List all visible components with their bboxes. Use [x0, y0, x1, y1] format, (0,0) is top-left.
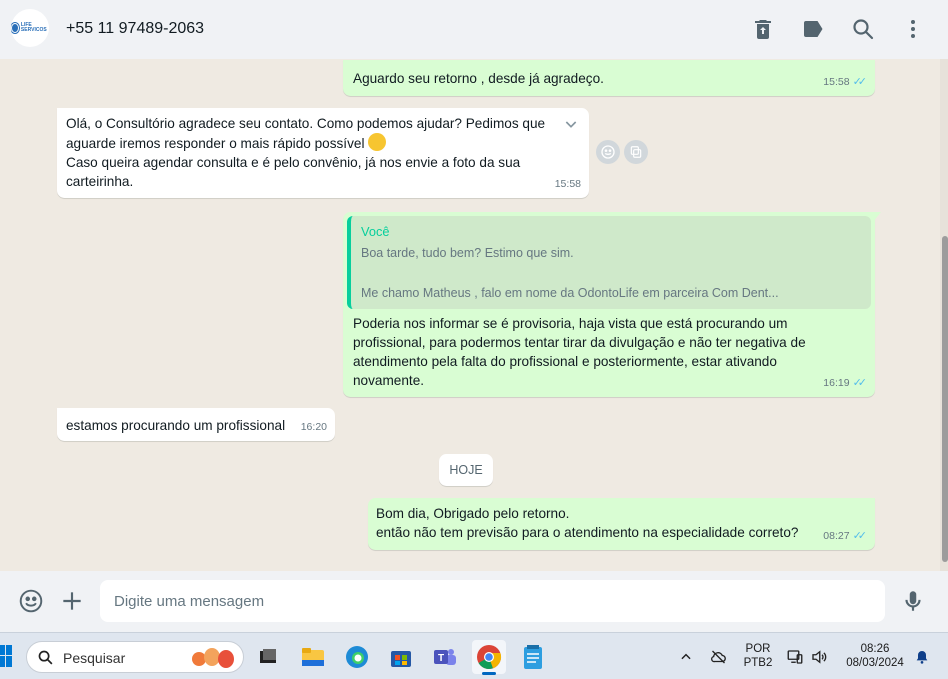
relieved-emoji-icon: [368, 133, 387, 151]
message-meta: 16:19 ✓✓: [823, 374, 867, 393]
contact-name[interactable]: +55 11 97489-2063: [66, 20, 204, 38]
search-icon[interactable]: [851, 17, 875, 41]
forward-copy-icon[interactable]: [624, 140, 648, 164]
message-outgoing-reply[interactable]: Você Boa tarde, tudo bem? Estimo que sim…: [343, 212, 875, 397]
chat-area[interactable]: Aguardo seu retorno , desde já agradeço.…: [0, 59, 948, 571]
message-meta: 15:58: [555, 175, 581, 194]
store-icon: [391, 651, 411, 667]
language-indicator[interactable]: POR PTB2: [740, 642, 776, 670]
message-composer: [0, 571, 948, 632]
notification-bell-icon[interactable]: [914, 648, 930, 666]
message-text: Bom dia, Obrigado pelo retorno.: [376, 506, 570, 521]
clock-time: 08:26: [860, 643, 890, 655]
avatar-logo-text: LIFE SERVICOS: [20, 22, 47, 33]
chevron-up-icon[interactable]: [679, 650, 693, 664]
message-text: aguarde iremos responder o mais rápido p…: [66, 133, 556, 153]
edge-icon: [346, 646, 368, 668]
quoted-author: Você: [361, 224, 390, 239]
folder-icon: [302, 648, 324, 666]
message-time: 15:58: [823, 76, 850, 88]
delete-icon[interactable]: [751, 17, 775, 41]
message-text: então não tem previsão para o atendiment…: [376, 525, 799, 540]
teams-icon: T: [434, 649, 456, 665]
windows-start-icon[interactable]: [0, 645, 12, 667]
chrome-icon: [477, 645, 502, 669]
menu-dots-icon[interactable]: [901, 17, 925, 41]
message-outgoing[interactable]: Bom dia, Obrigado pelo retorno. então nã…: [368, 498, 875, 550]
chat-scrollbar[interactable]: [942, 236, 948, 562]
attach-plus-icon[interactable]: [59, 588, 85, 614]
logo-icon: [11, 23, 19, 33]
search-highlight-icon: [192, 646, 240, 670]
taskbar-edge[interactable]: [340, 640, 374, 674]
read-ticks-icon: ✓✓: [852, 530, 868, 542]
taskbar-file-explorer[interactable]: [296, 640, 330, 674]
read-ticks-icon: ✓✓: [852, 76, 868, 88]
task-view-icon: [260, 649, 276, 663]
active-app-indicator: [482, 672, 496, 675]
message-incoming[interactable]: Olá, o Consultório agradece seu contato.…: [57, 108, 589, 198]
message-input[interactable]: [100, 580, 885, 622]
quoted-text: Me chamo Matheus , falo em nome da Odont…: [361, 286, 779, 300]
taskbar-teams[interactable]: T: [428, 640, 462, 674]
microphone-icon[interactable]: [900, 588, 926, 614]
message-text: atendimento pela falta do profissional e…: [353, 354, 777, 369]
message-meta: 08:27 ✓✓: [823, 527, 867, 546]
day-separator: HOJE: [439, 454, 493, 486]
message-time: 15:58: [554, 178, 581, 190]
message-text: Aguardo seu retorno , desde já agradeço.: [353, 71, 604, 86]
message-incoming[interactable]: estamos procurando um profissional 16:20: [57, 408, 335, 441]
emoji-icon[interactable]: [18, 588, 44, 614]
language-bottom: PTB2: [743, 657, 773, 669]
taskbar-search[interactable]: Pesquisar: [26, 641, 244, 673]
message-text: carteirinha.: [66, 174, 134, 189]
taskbar-task-view[interactable]: [251, 640, 285, 674]
taskbar-notepad[interactable]: [516, 640, 550, 674]
taskbar-chrome[interactable]: [472, 640, 506, 675]
quoted-text: Boa tarde, tudo bem? Estimo que sim.: [361, 246, 574, 260]
chevron-down-icon[interactable]: [563, 116, 579, 132]
label-icon[interactable]: [801, 17, 825, 41]
language-top: POR: [745, 643, 771, 655]
message-text: Caso queira agendar consulta e é pelo co…: [66, 155, 521, 170]
message-meta: 16:20: [301, 418, 327, 437]
windows-taskbar: Pesquisar T POR PTB2 08:26 08/03/2024: [0, 632, 948, 679]
clock[interactable]: 08:26 08/03/2024: [838, 642, 912, 670]
bubble-tail: [873, 212, 881, 222]
taskbar-store[interactable]: [384, 640, 418, 674]
search-label: Pesquisar: [63, 650, 126, 666]
message-meta: 15:58 ✓✓: [823, 73, 867, 92]
message-time: 08:27: [823, 530, 850, 542]
cloud-offline-icon[interactable]: [709, 648, 728, 666]
message-time: 16:20: [300, 421, 327, 433]
search-icon: [38, 650, 53, 665]
volume-icon[interactable]: [810, 648, 828, 666]
quoted-message[interactable]: Você Boa tarde, tudo bem? Estimo que sim…: [347, 216, 871, 309]
svg-text:T: T: [438, 653, 444, 664]
message-text: profissional, para podermos tentar tirar…: [353, 335, 806, 350]
react-emoji-icon[interactable]: [596, 140, 620, 164]
message-text: estamos procurando um profissional: [66, 418, 286, 433]
message-text: Poderia nos informar se é provisoria, ha…: [353, 316, 788, 331]
message-outgoing[interactable]: Aguardo seu retorno , desde já agradeço.…: [343, 60, 875, 96]
message-text: novamente.: [353, 373, 425, 388]
contact-avatar[interactable]: LIFE SERVICOS: [11, 9, 49, 47]
message-time: 16:19: [823, 377, 850, 389]
notepad-icon: [524, 645, 542, 669]
clock-date: 08/03/2024: [846, 657, 904, 669]
message-text: Olá, o Consultório agradece seu contato.…: [66, 116, 546, 131]
read-ticks-icon: ✓✓: [852, 377, 868, 389]
network-icon[interactable]: [786, 648, 804, 666]
chat-header: LIFE SERVICOS +55 11 97489-2063: [0, 0, 948, 59]
